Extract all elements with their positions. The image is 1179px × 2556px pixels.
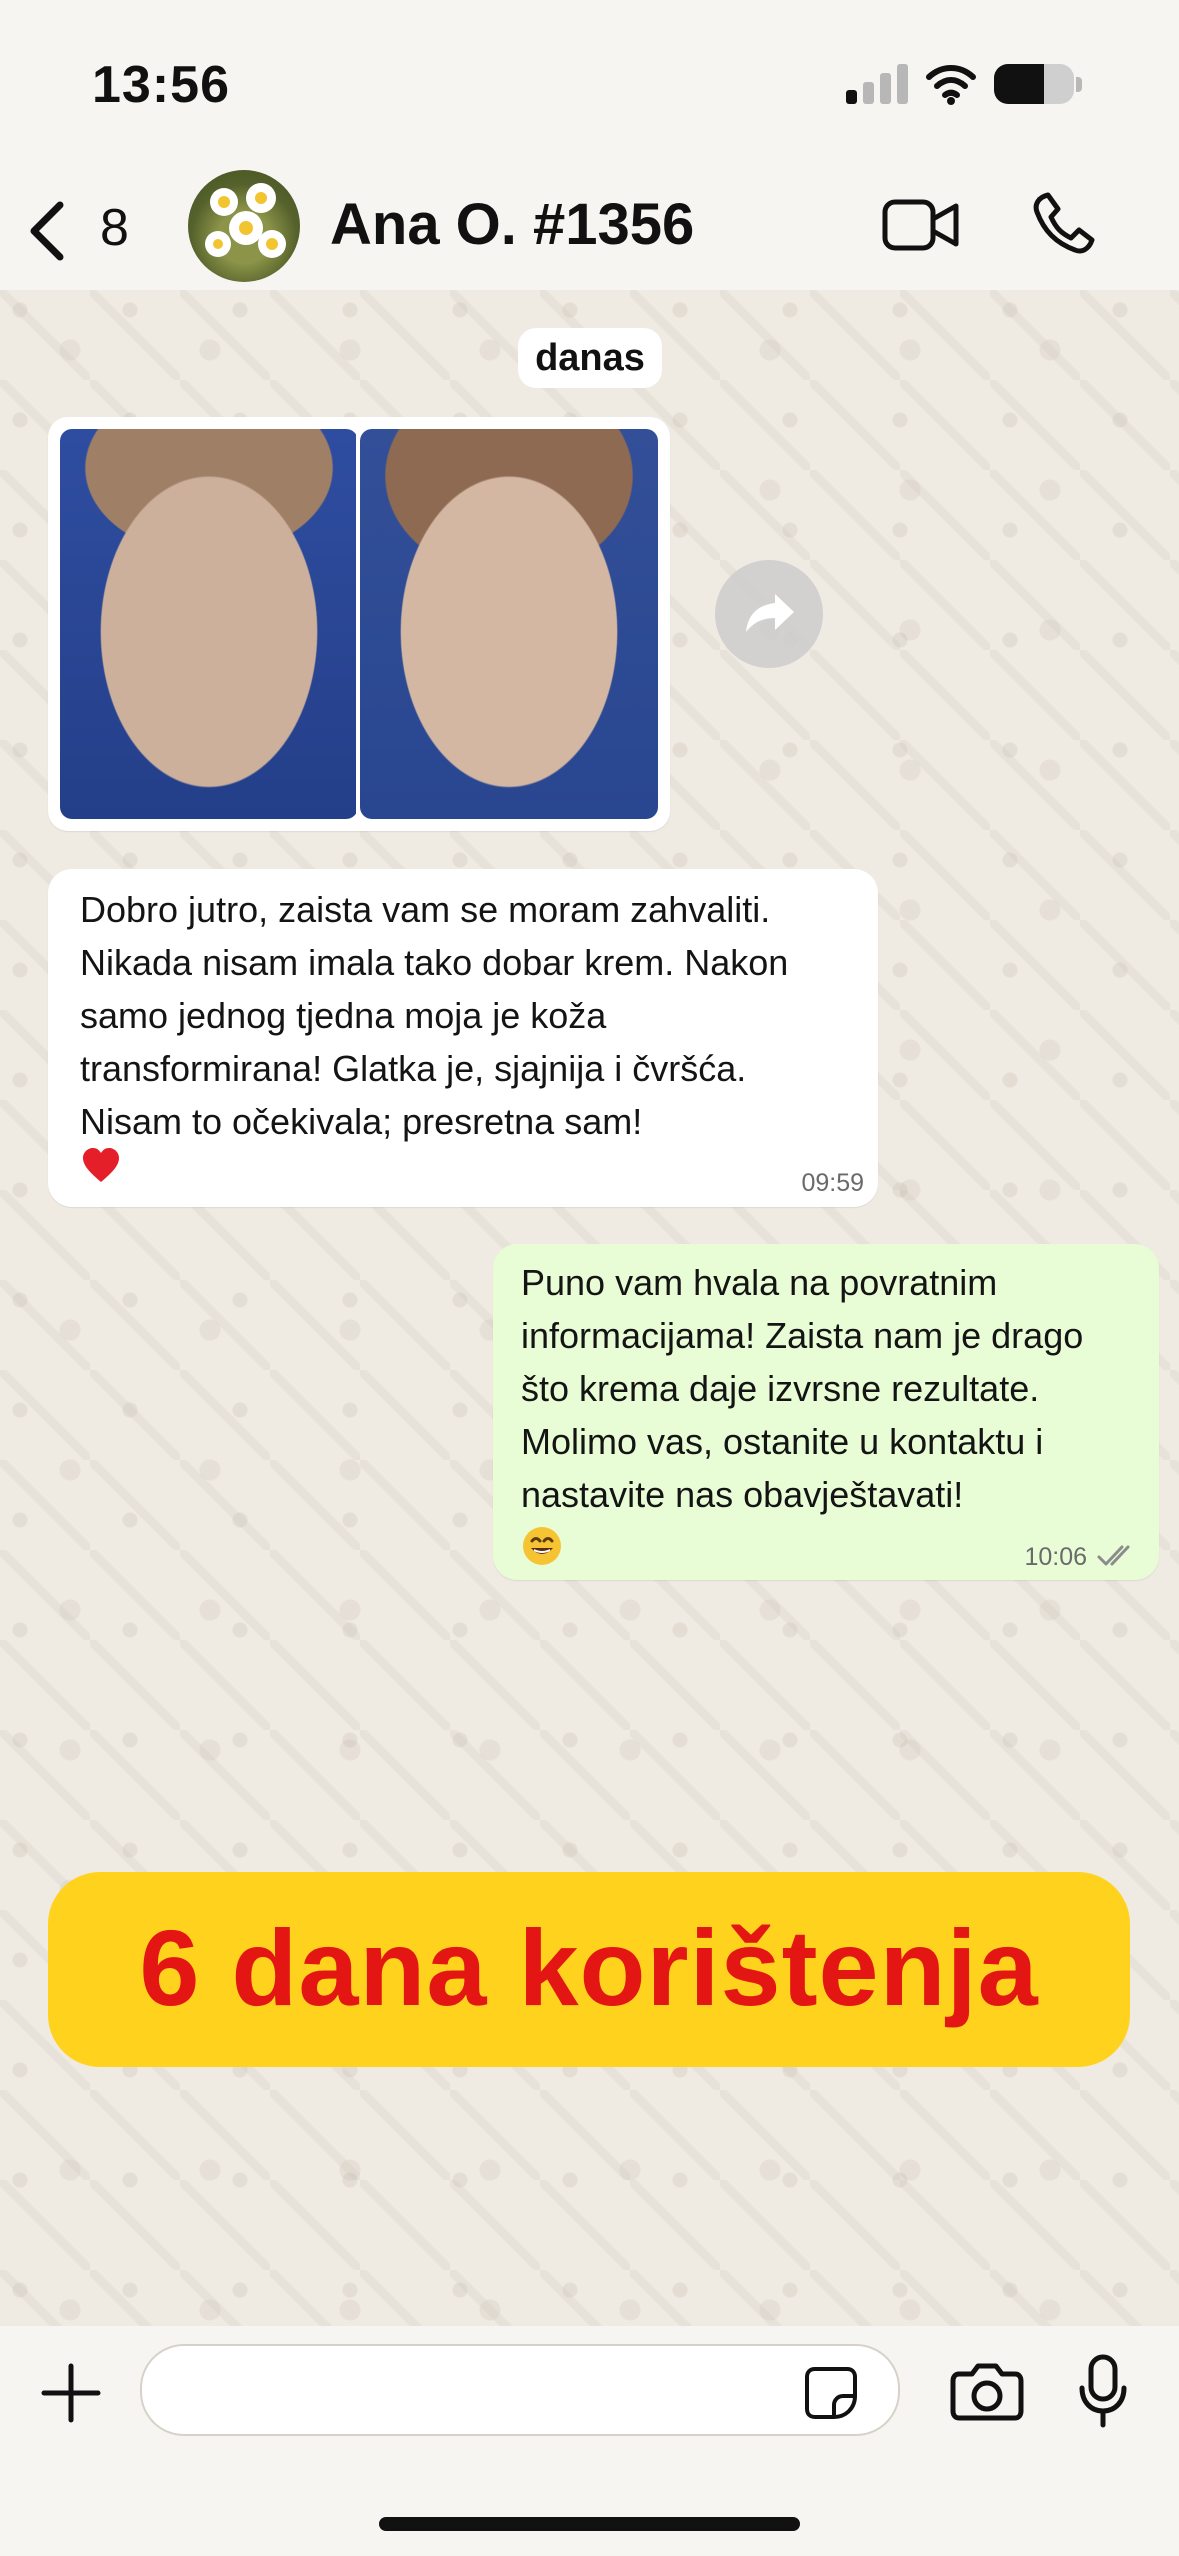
incoming-message-text: Dobro jutro, zaista vam se moram zahvali…: [80, 889, 789, 1142]
phone-icon[interactable]: [1030, 189, 1098, 257]
incoming-message-time: 09:59: [801, 1169, 864, 1197]
signal-strength-icon: [846, 62, 908, 104]
chat-title[interactable]: Ana O. #1356: [330, 191, 694, 258]
message-input[interactable]: [140, 2344, 900, 2436]
chat-header: 8 Ana O. #1356: [0, 165, 1179, 290]
image-message[interactable]: [48, 417, 670, 831]
outgoing-message-text: Puno vam hvala na povratnim informacijam…: [521, 1262, 1084, 1515]
outgoing-message-time: 10:06: [1024, 1543, 1087, 1571]
status-bar: 13:56: [0, 0, 1179, 165]
heart-icon: [83, 1148, 119, 1182]
promo-banner: 6 dana korištenja: [48, 1872, 1130, 2067]
promo-banner-text: 6 dana korištenja: [139, 1907, 1039, 2028]
date-chip: danas: [518, 328, 662, 388]
camera-icon[interactable]: [950, 2360, 1024, 2422]
outgoing-message[interactable]: Puno vam hvala na povratnim informacijam…: [493, 1244, 1159, 1580]
wifi-icon: [926, 65, 976, 105]
before-photo[interactable]: [60, 429, 358, 819]
grinning-face-icon: [523, 1527, 561, 1565]
read-receipt-icon: [1097, 1545, 1130, 1566]
back-count[interactable]: 8: [100, 198, 129, 258]
home-indicator: [379, 2517, 800, 2531]
battery-tip: [1076, 77, 1082, 92]
video-call-icon[interactable]: [880, 196, 962, 254]
message-composer: [0, 2326, 1179, 2556]
avatar[interactable]: [188, 170, 300, 282]
sticker-icon[interactable]: [803, 2365, 859, 2421]
status-time: 13:56: [92, 56, 230, 114]
flower-avatar-icon: [205, 183, 286, 258]
microphone-icon[interactable]: [1077, 2354, 1129, 2428]
plus-icon[interactable]: [40, 2362, 102, 2424]
after-photo[interactable]: [360, 429, 658, 819]
battery-icon: [994, 64, 1074, 104]
incoming-message[interactable]: Dobro jutro, zaista vam se moram zahvali…: [48, 869, 878, 1207]
forward-icon: [746, 594, 794, 632]
chevron-left-icon[interactable]: [25, 199, 67, 263]
forward-button[interactable]: [715, 560, 823, 668]
